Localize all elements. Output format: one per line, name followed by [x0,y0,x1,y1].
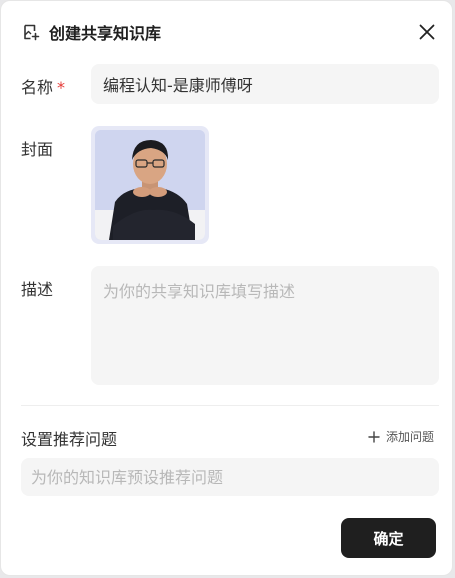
desc-label: 描述 [21,280,54,299]
add-question-button[interactable]: 添加问题 [367,428,434,445]
close-icon [419,24,435,40]
cover-label: 封面 [21,140,54,159]
name-label-text: 名称 [21,78,54,97]
close-button[interactable] [416,21,438,43]
name-input[interactable] [91,64,439,104]
new-library-icon [21,22,41,42]
recommend-question-input[interactable] [21,458,439,496]
name-label: 名称 * [21,74,65,98]
plus-icon [367,430,381,444]
create-shared-library-dialog: 创建共享知识库 名称* 封面 [0,0,453,576]
confirm-button[interactable]: 确定 [341,518,436,558]
dialog-header: 创建共享知识库 [21,21,161,43]
cover-image-picker[interactable] [91,126,209,244]
description-textarea[interactable] [91,266,439,385]
divider [21,405,439,406]
recommend-questions-label: 设置推荐问题 [21,430,118,449]
add-question-label: 添加问题 [385,430,434,444]
required-mark: * [57,78,66,97]
cover-avatar-image [95,130,205,240]
dialog-title: 创建共享知识库 [49,24,162,43]
